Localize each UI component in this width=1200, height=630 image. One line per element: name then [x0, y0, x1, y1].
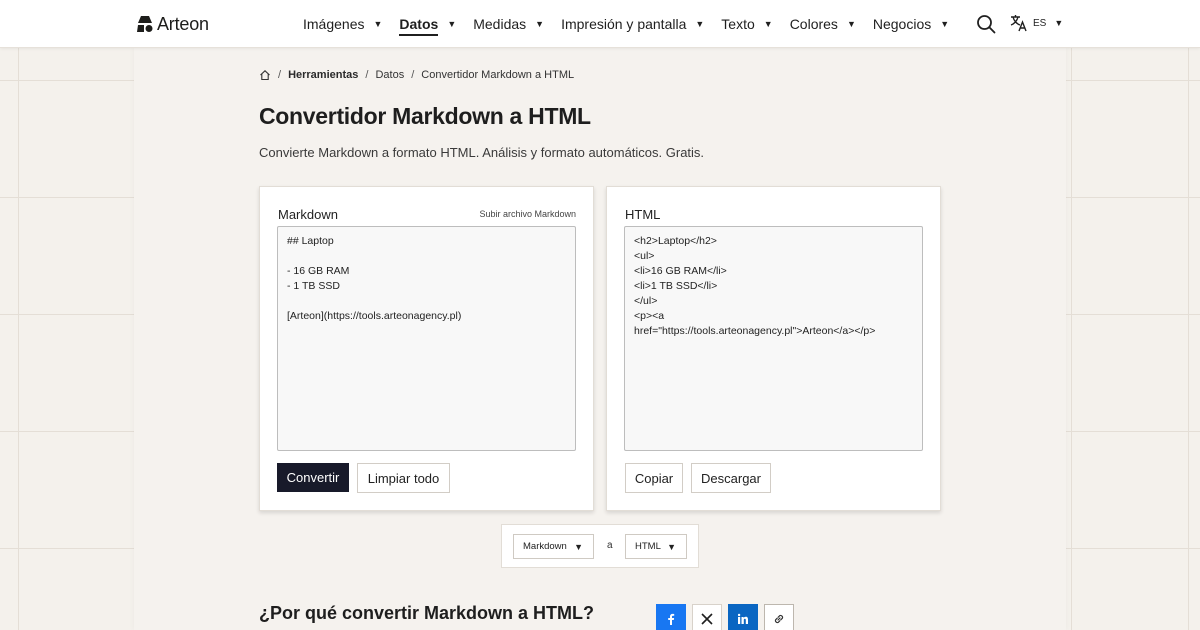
to-format-value: HTML — [635, 541, 661, 552]
caret-down-icon: ▼ — [846, 19, 856, 29]
share-facebook-button[interactable] — [656, 604, 686, 630]
breadcrumb-separator: / — [411, 69, 415, 81]
markdown-card-title: Markdown — [278, 207, 338, 222]
from-format-select[interactable]: Markdown ▼ — [513, 534, 594, 559]
nav-item-medidas[interactable]: Medidas ▼ — [473, 0, 544, 48]
nav-item-colores[interactable]: Colores ▼ — [790, 0, 856, 48]
search-icon — [977, 15, 996, 34]
copy-button[interactable]: Copiar — [625, 463, 683, 493]
html-card-title: HTML — [625, 207, 661, 222]
breadcrumb-separator: / — [278, 69, 282, 81]
page-title: Convertidor Markdown a HTML — [259, 103, 591, 129]
translate-icon — [1010, 15, 1027, 32]
convert-button[interactable]: Convertir — [277, 463, 349, 492]
nav-item-datos[interactable]: Datos ▼ — [399, 0, 456, 48]
breadcrumb-datos[interactable]: Datos — [375, 69, 404, 81]
share-x-button[interactable] — [692, 604, 722, 630]
page-subtitle: Convierte Markdown a formato HTML. Análi… — [259, 145, 705, 160]
nav-label: Colores — [789, 16, 838, 32]
nav-item-impresion-y-pantalla[interactable]: Impresión y pantalla ▼ — [561, 0, 704, 48]
breadcrumb-current: Convertidor Markdown a HTML — [421, 69, 575, 81]
caret-down-icon: ▼ — [667, 541, 676, 552]
caret-down-icon: ▼ — [940, 19, 950, 29]
nav-label: Impresión y pantalla — [561, 16, 687, 32]
nav-label: Texto — [721, 16, 755, 32]
share-linkedin-button[interactable] — [728, 604, 758, 630]
nav-label: Negocios — [872, 16, 932, 32]
caret-down-icon: ▼ — [695, 19, 705, 29]
nav-label: Medidas — [473, 16, 527, 32]
from-format-value: Markdown — [523, 541, 567, 552]
linkedin-icon — [737, 613, 748, 624]
breadcrumb: / Herramientas / Datos / Convertidor Mar… — [259, 69, 574, 81]
html-output[interactable]: <h2>Laptop</h2> <ul> <li>16 GB RAM</li> … — [624, 226, 923, 451]
to-format-select[interactable]: HTML ▼ — [625, 534, 687, 559]
caret-down-icon: ▼ — [535, 19, 545, 29]
brand-name: Arteon — [157, 13, 209, 34]
language-selector[interactable]: ES ▼ — [1010, 14, 1063, 32]
facebook-icon — [668, 613, 675, 625]
link-icon — [774, 614, 784, 624]
nav-item-imagenes[interactable]: Imágenes ▼ — [303, 0, 382, 48]
home-icon[interactable] — [259, 69, 271, 81]
upload-markdown-link[interactable]: Subir archivo Markdown — [479, 209, 576, 219]
main-content: / Herramientas / Datos / Convertidor Mar… — [134, 48, 1066, 630]
html-output-card: HTML <h2>Laptop</h2> <ul> <li>16 GB RAM<… — [606, 186, 941, 511]
caret-down-icon: ▼ — [373, 19, 383, 29]
clear-all-button[interactable]: Limpiar todo — [357, 463, 450, 493]
nav-label: Imágenes — [303, 16, 365, 32]
nav-label: Datos — [399, 16, 439, 36]
main-nav: Imágenes ▼ Datos ▼ Medidas ▼ Impresión y… — [303, 0, 966, 48]
top-navigation-bar: Arteon Imágenes ▼ Datos ▼ Medidas ▼ Impr… — [0, 0, 1200, 48]
caret-down-icon: ▼ — [763, 19, 773, 29]
nav-item-texto[interactable]: Texto ▼ — [721, 0, 772, 48]
search-button[interactable] — [976, 14, 996, 34]
breadcrumb-herramientas[interactable]: Herramientas — [288, 69, 358, 81]
why-convert-heading: ¿Por qué convertir Markdown a HTML? — [259, 603, 595, 623]
download-button[interactable]: Descargar — [691, 463, 771, 493]
breadcrumb-separator: / — [365, 69, 369, 81]
x-icon — [701, 613, 713, 625]
caret-down-icon: ▼ — [1054, 18, 1064, 28]
brand-logo[interactable]: Arteon — [137, 13, 209, 35]
arteon-logo-icon — [137, 16, 153, 32]
format-switcher: Markdown ▼ a HTML ▼ — [501, 524, 699, 568]
caret-down-icon: ▼ — [574, 541, 583, 552]
format-connector: a — [607, 540, 613, 551]
nav-item-negocios[interactable]: Negocios ▼ — [873, 0, 949, 48]
caret-down-icon: ▼ — [447, 19, 457, 29]
copy-link-button[interactable] — [764, 604, 794, 630]
markdown-input-card: Markdown Subir archivo Markdown ## Lapto… — [259, 186, 594, 511]
language-code: ES — [1033, 17, 1047, 29]
markdown-input[interactable]: ## Laptop - 16 GB RAM - 1 TB SSD [Arteon… — [277, 226, 576, 451]
